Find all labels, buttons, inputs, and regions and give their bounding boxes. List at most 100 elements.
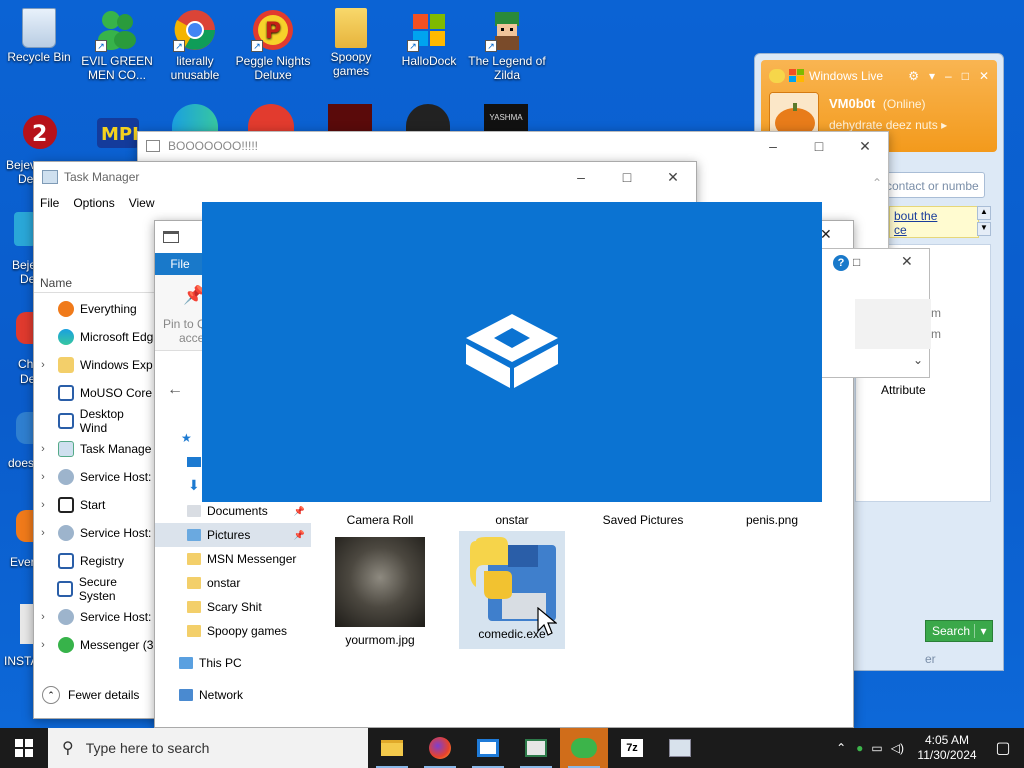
- boo-minimize-button[interactable]: –: [750, 131, 796, 161]
- column-header-name[interactable]: Name: [40, 276, 72, 290]
- help-icon[interactable]: ?: [833, 255, 849, 271]
- nav-item-network[interactable]: Network: [155, 683, 311, 707]
- nav-item-msn-messenger[interactable]: MSN Messenger: [155, 547, 311, 571]
- desktop-icon-hallodock[interactable]: ↗ HalloDock: [390, 8, 468, 68]
- desktop-nav-icon[interactable]: [187, 457, 201, 467]
- folder-saved-pictures[interactable]: Saved Pictures: [597, 513, 689, 527]
- file-yourmom-jpg[interactable]: yourmom.jpg: [335, 537, 425, 647]
- bejeweled-icon[interactable]: 2: [20, 112, 60, 152]
- msn-personal-message[interactable]: dehydrate deez nuts ▸: [829, 118, 947, 132]
- nav-item-spoopy-games[interactable]: Spoopy games: [155, 619, 311, 643]
- tray-overflow-icon[interactable]: ⌃: [830, 741, 852, 755]
- process-row[interactable]: › Service Host:: [34, 519, 154, 547]
- file-explorer-icon[interactable]: [368, 728, 416, 768]
- mpl-icon[interactable]: MPL: [95, 112, 144, 152]
- tm-minimize-button[interactable]: –: [558, 162, 604, 192]
- quick-access-star-icon[interactable]: ★: [181, 431, 192, 445]
- desktop-icon-peggle[interactable]: P ↗ Peggle Nights Deluxe: [234, 8, 312, 82]
- system-tray: ⌃ ● ▭ ◁) 4:05 AM 11/30/2024 ▢: [830, 728, 1024, 768]
- process-row[interactable]: MoUSO Core: [34, 379, 154, 407]
- desktop-icon-legend-of-zilda[interactable]: ↗ The Legend of Zilda: [468, 8, 546, 82]
- process-row[interactable]: Secure Systen: [34, 575, 154, 603]
- msn-username[interactable]: VM0b0t (Online): [829, 96, 926, 111]
- folder-onstar[interactable]: onstar: [467, 513, 557, 527]
- expand-chevron-icon[interactable]: ›: [34, 471, 52, 483]
- folder-icon: [187, 625, 201, 637]
- nav-item-pictures[interactable]: Pictures 📌: [155, 523, 311, 547]
- msn-minimize-button[interactable]: –: [945, 69, 952, 83]
- edge-icon[interactable]: [172, 104, 218, 134]
- process-row[interactable]: › Service Host:: [34, 463, 154, 491]
- process-row[interactable]: › Windows Exp: [34, 351, 154, 379]
- attributes-column-header[interactable]: Attribute: [881, 383, 926, 397]
- process-name: Service Host:: [80, 470, 152, 484]
- msn-scroll-down[interactable]: ▼: [977, 222, 991, 236]
- msn-close-button[interactable]: ✕: [979, 69, 989, 83]
- notifications-icon[interactable]: ▢: [982, 738, 1024, 758]
- cloud-app-icon[interactable]: [656, 728, 704, 768]
- dialog-close-button[interactable]: ✕: [901, 253, 913, 270]
- tm-close-button[interactable]: ✕: [650, 162, 696, 192]
- start-button[interactable]: [0, 728, 48, 768]
- msn-dropdown-icon[interactable]: ▾: [929, 69, 935, 83]
- msn-search-button[interactable]: Search ▾: [925, 620, 993, 642]
- boo-maximize-button[interactable]: □: [796, 131, 842, 161]
- process-row[interactable]: › Start: [34, 491, 154, 519]
- process-row[interactable]: Microsoft Edg: [34, 323, 154, 351]
- back-button[interactable]: ←: [167, 381, 183, 399]
- app-window-icon[interactable]: [512, 728, 560, 768]
- file-tab[interactable]: File: [155, 253, 205, 275]
- expand-chevron-icon[interactable]: ›: [34, 527, 52, 539]
- expand-chevron-icon[interactable]: ›: [34, 359, 52, 371]
- app-dark-icon[interactable]: [406, 104, 450, 134]
- process-row[interactable]: Desktop Wind: [34, 407, 154, 435]
- downloads-nav-icon[interactable]: ⬇: [188, 477, 200, 494]
- window-icon: [58, 553, 74, 569]
- desktop-icon-recycle-bin[interactable]: Recycle Bin: [0, 8, 78, 64]
- chevron-up-icon[interactable]: ⌃: [872, 176, 882, 190]
- nav-item-documents[interactable]: Documents 📌: [155, 499, 311, 523]
- fewer-details-button[interactable]: ⌃ Fewer details: [42, 686, 139, 704]
- dialog-maximize-button[interactable]: □: [853, 255, 860, 269]
- messenger-tray-icon[interactable]: ●: [852, 741, 867, 755]
- nav-item-scary-shit[interactable]: Scary Shit: [155, 595, 311, 619]
- process-row[interactable]: Registry: [34, 547, 154, 575]
- tm-maximize-button[interactable]: □: [604, 162, 650, 192]
- peggle-2-icon[interactable]: [248, 104, 294, 134]
- process-row[interactable]: › Service Host:: [34, 603, 154, 631]
- menu-view[interactable]: View: [129, 196, 155, 210]
- flash-icon[interactable]: [328, 104, 372, 134]
- expand-chevron-icon[interactable]: ›: [34, 611, 52, 623]
- nav-item-onstar[interactable]: onstar: [155, 571, 311, 595]
- firefox-icon[interactable]: [416, 728, 464, 768]
- msn-scroll-up[interactable]: ▲: [977, 206, 991, 220]
- process-row[interactable]: › Messenger (3: [34, 631, 154, 659]
- file-penis-png[interactable]: penis.png: [727, 513, 817, 527]
- nav-item-this-pc[interactable]: This PC: [155, 651, 311, 675]
- process-row[interactable]: Everything: [34, 295, 154, 323]
- desktop-icon-literally-unusable[interactable]: ↗ literally unusable: [156, 8, 234, 82]
- expand-chevron-icon[interactable]: ›: [34, 639, 52, 651]
- messenger-icon[interactable]: [560, 728, 608, 768]
- msn-settings-icon[interactable]: ⚙: [908, 69, 919, 83]
- msn-search-field[interactable]: contact or numbe: [881, 172, 985, 198]
- yashma-icon[interactable]: YASHMA: [484, 104, 528, 134]
- process-row[interactable]: › Task Manage: [34, 435, 154, 463]
- msn-maximize-button[interactable]: □: [962, 69, 969, 83]
- menu-options[interactable]: Options: [73, 196, 114, 210]
- menu-file[interactable]: File: [40, 196, 59, 210]
- 7zip-icon[interactable]: 7z: [608, 728, 656, 768]
- network-icon[interactable]: ▭: [867, 741, 886, 755]
- desktop-icon-evil-green-men[interactable]: ↗ EVIL GREEN MEN CO...: [78, 8, 156, 82]
- expand-chevron-icon[interactable]: ›: [34, 443, 52, 455]
- sandbox-icon[interactable]: [464, 728, 512, 768]
- clock[interactable]: 4:05 AM 11/30/2024: [912, 733, 982, 763]
- msn-link-banner[interactable]: bout the ce: [889, 206, 979, 238]
- expand-chevron-icon[interactable]: ›: [34, 499, 52, 511]
- volume-icon[interactable]: ◁): [887, 741, 908, 755]
- taskbar-search-box[interactable]: ⚲ Type here to search: [48, 728, 368, 768]
- boo-close-button[interactable]: ✕: [842, 131, 888, 161]
- folder-camera-roll[interactable]: Camera Roll: [335, 513, 425, 527]
- desktop-icon-spoopy-games[interactable]: Spoopy games: [312, 8, 390, 78]
- dialog-dropdown-icon[interactable]: ⌄: [913, 353, 923, 367]
